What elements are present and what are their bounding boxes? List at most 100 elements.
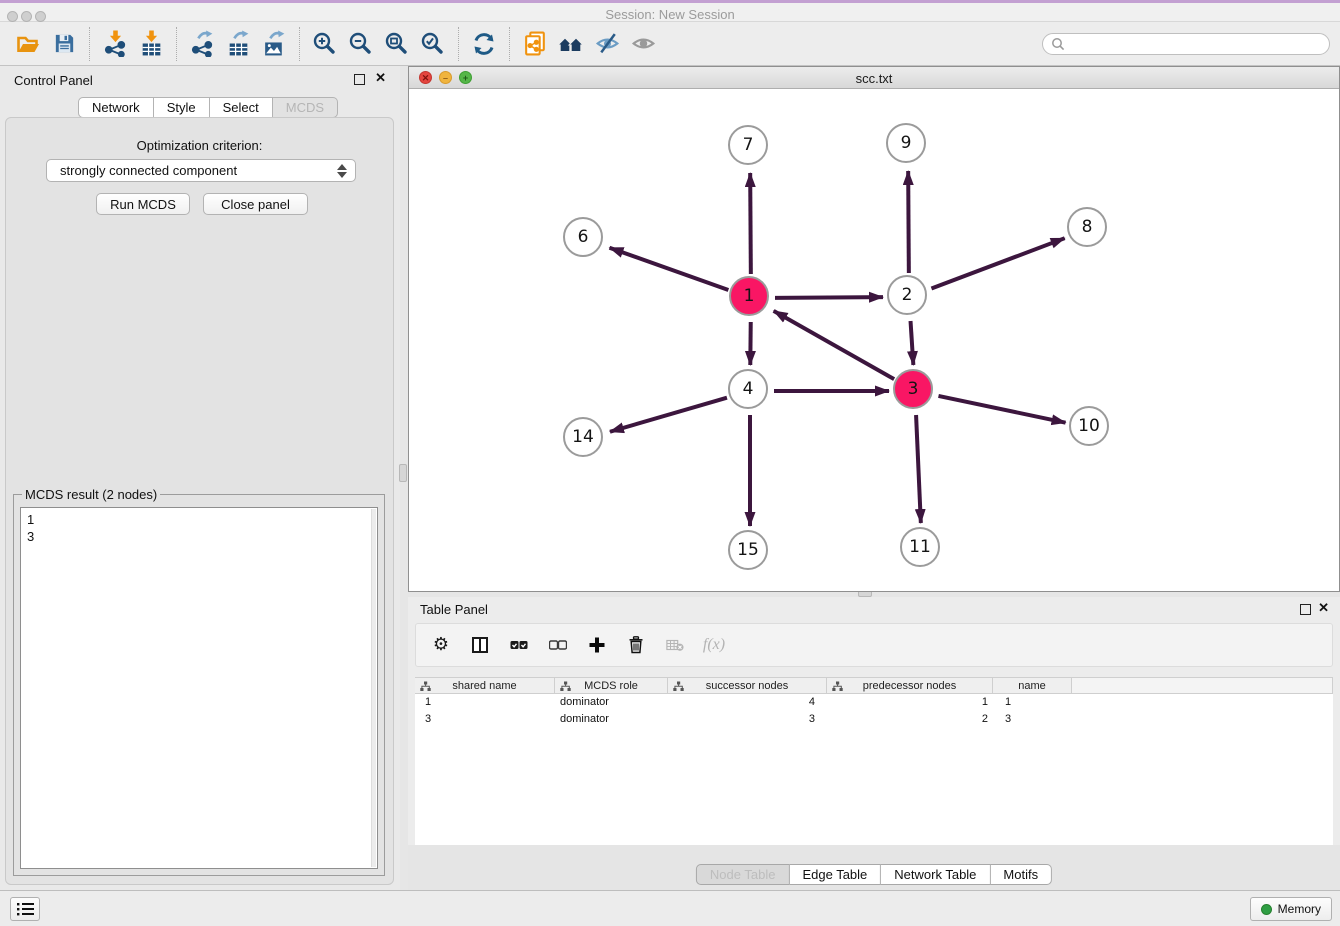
graph-edge-2-9[interactable] bbox=[908, 171, 909, 273]
apply-layout-icon[interactable] bbox=[466, 26, 502, 62]
import-network-icon[interactable] bbox=[97, 26, 133, 62]
tab-motifs[interactable]: Motifs bbox=[990, 864, 1052, 885]
table-row[interactable]: 3dominator323 bbox=[415, 711, 1333, 728]
criterion-select[interactable]: strongly connected component bbox=[46, 159, 356, 182]
open-session-icon[interactable] bbox=[10, 26, 46, 62]
delete-table-icon[interactable] bbox=[666, 636, 684, 654]
search-input[interactable] bbox=[1065, 37, 1321, 51]
graph-node-10[interactable]: 10 bbox=[1069, 406, 1109, 446]
graph-edge-2-8[interactable] bbox=[931, 238, 1064, 288]
graph-node-15[interactable]: 15 bbox=[728, 530, 768, 570]
tab-network[interactable]: Network bbox=[78, 97, 154, 118]
graph-node-6[interactable]: 6 bbox=[563, 217, 603, 257]
table-cell[interactable]: 1 bbox=[993, 694, 1072, 711]
table-row[interactable]: 1dominator411 bbox=[415, 694, 1333, 711]
mcds-result-line: 1 bbox=[27, 511, 371, 528]
graph-edge-1-2[interactable] bbox=[775, 297, 883, 298]
graph-edge-3-1[interactable] bbox=[774, 311, 895, 379]
close-panel-icon[interactable]: ✕ bbox=[375, 71, 386, 85]
add-column-icon[interactable] bbox=[588, 636, 606, 654]
deselect-all-icon[interactable] bbox=[549, 636, 567, 654]
mcds-panel: Optimization criterion: strongly connect… bbox=[5, 117, 394, 885]
table-cell[interactable]: 1 bbox=[415, 694, 555, 711]
list-icon bbox=[15, 901, 35, 917]
result-scrollbar[interactable] bbox=[371, 509, 376, 867]
settings-icon[interactable]: ⚙ bbox=[432, 636, 450, 654]
graph-edge-1-6[interactable] bbox=[609, 248, 728, 290]
task-history-button[interactable] bbox=[10, 897, 40, 921]
table-cell[interactable]: 4 bbox=[668, 694, 827, 711]
memory-label: Memory bbox=[1278, 902, 1321, 916]
graph-node-7[interactable]: 7 bbox=[728, 125, 768, 165]
column-header-MCDS-role[interactable]: MCDS role bbox=[555, 677, 668, 694]
tab-select[interactable]: Select bbox=[210, 97, 273, 118]
control-panel: Control Panel ✕ NetworkStyleSelectMCDS O… bbox=[0, 66, 400, 890]
zoom-fit-icon[interactable] bbox=[379, 26, 415, 62]
export-network-icon[interactable] bbox=[184, 26, 220, 62]
select-all-icon[interactable] bbox=[510, 636, 528, 654]
graph-node-11[interactable]: 11 bbox=[900, 527, 940, 567]
table-cell[interactable]: 3 bbox=[668, 711, 827, 728]
tab-style[interactable]: Style bbox=[154, 97, 210, 118]
table-cell[interactable]: dominator bbox=[555, 694, 668, 711]
zoom-out-icon[interactable] bbox=[343, 26, 379, 62]
column-header-filler[interactable] bbox=[1072, 677, 1333, 694]
export-image-icon[interactable] bbox=[256, 26, 292, 62]
delete-column-icon[interactable] bbox=[627, 636, 645, 654]
tab-mcds[interactable]: MCDS bbox=[273, 97, 338, 118]
column-header-shared-name[interactable]: shared name bbox=[415, 677, 555, 694]
memory-button[interactable]: Memory bbox=[1250, 897, 1332, 921]
close-panel-button[interactable]: Close panel bbox=[203, 193, 308, 215]
toolbar-separator bbox=[176, 27, 177, 61]
table-cell[interactable]: 3 bbox=[993, 711, 1072, 728]
table-cell[interactable]: dominator bbox=[555, 711, 668, 728]
graph-node-9[interactable]: 9 bbox=[886, 123, 926, 163]
column-header-predecessor-nodes[interactable]: predecessor nodes bbox=[827, 677, 993, 694]
graph-node-2[interactable]: 2 bbox=[887, 275, 927, 315]
table-cell[interactable]: 2 bbox=[827, 711, 993, 728]
network-window-titlebar[interactable]: ✕ – + scc.txt bbox=[409, 67, 1339, 89]
graph-node-14[interactable]: 14 bbox=[563, 417, 603, 457]
tab-node-table[interactable]: Node Table bbox=[696, 864, 790, 885]
window-titlebar: Session: New Session bbox=[0, 0, 1340, 22]
table-tabs: Node TableEdge TableNetwork TableMotifs bbox=[696, 864, 1052, 885]
clone-network-icon[interactable] bbox=[517, 26, 553, 62]
graph-edge-3-11[interactable] bbox=[916, 415, 921, 523]
run-mcds-button[interactable]: Run MCDS bbox=[96, 193, 190, 215]
hide-panels-icon[interactable] bbox=[589, 26, 625, 62]
split-columns-icon[interactable] bbox=[471, 636, 489, 654]
graph-node-4[interactable]: 4 bbox=[728, 369, 768, 409]
float-panel-icon[interactable] bbox=[354, 74, 365, 85]
tab-edge-table[interactable]: Edge Table bbox=[789, 864, 881, 885]
mcds-result-title: MCDS result (2 nodes) bbox=[22, 487, 160, 502]
close-table-panel-icon[interactable]: ✕ bbox=[1318, 601, 1329, 615]
import-table-icon[interactable] bbox=[133, 26, 169, 62]
reset-panels-icon[interactable] bbox=[553, 26, 589, 62]
float-table-panel-icon[interactable] bbox=[1300, 604, 1311, 615]
zoom-selected-icon[interactable] bbox=[415, 26, 451, 62]
graph-edge-4-14[interactable] bbox=[610, 398, 727, 432]
graph-edge-2-3[interactable] bbox=[911, 321, 914, 365]
save-session-icon[interactable] bbox=[46, 26, 82, 62]
zoom-in-icon[interactable] bbox=[307, 26, 343, 62]
vertical-splitter-handle[interactable] bbox=[399, 464, 407, 482]
table-cell[interactable]: 1 bbox=[827, 694, 993, 711]
table-cell[interactable]: 3 bbox=[415, 711, 555, 728]
mcds-result-text[interactable]: 13 bbox=[20, 507, 378, 869]
search-icon bbox=[1051, 37, 1065, 51]
graph-edge-1-7[interactable] bbox=[750, 173, 751, 274]
function-builder-icon[interactable]: f(x) bbox=[705, 636, 723, 654]
tab-network-table[interactable]: Network Table bbox=[881, 864, 990, 885]
column-header-name[interactable]: name bbox=[993, 677, 1072, 694]
graph-node-1[interactable]: 1 bbox=[729, 276, 769, 316]
graph-node-8[interactable]: 8 bbox=[1067, 207, 1107, 247]
show-panels-icon[interactable] bbox=[625, 26, 661, 62]
export-table-icon[interactable] bbox=[220, 26, 256, 62]
network-canvas[interactable]: 1 2 3 4 6 7 8 9 10 11 14 15 bbox=[409, 89, 1339, 591]
column-header-successor-nodes[interactable]: successor nodes bbox=[668, 677, 827, 694]
graph-edge-3-10[interactable] bbox=[938, 396, 1065, 423]
memory-status-icon bbox=[1261, 904, 1272, 915]
toolbar-separator bbox=[458, 27, 459, 61]
graph-node-3[interactable]: 3 bbox=[893, 369, 933, 409]
table-toolbar: ⚙ f(x) bbox=[415, 623, 1333, 667]
